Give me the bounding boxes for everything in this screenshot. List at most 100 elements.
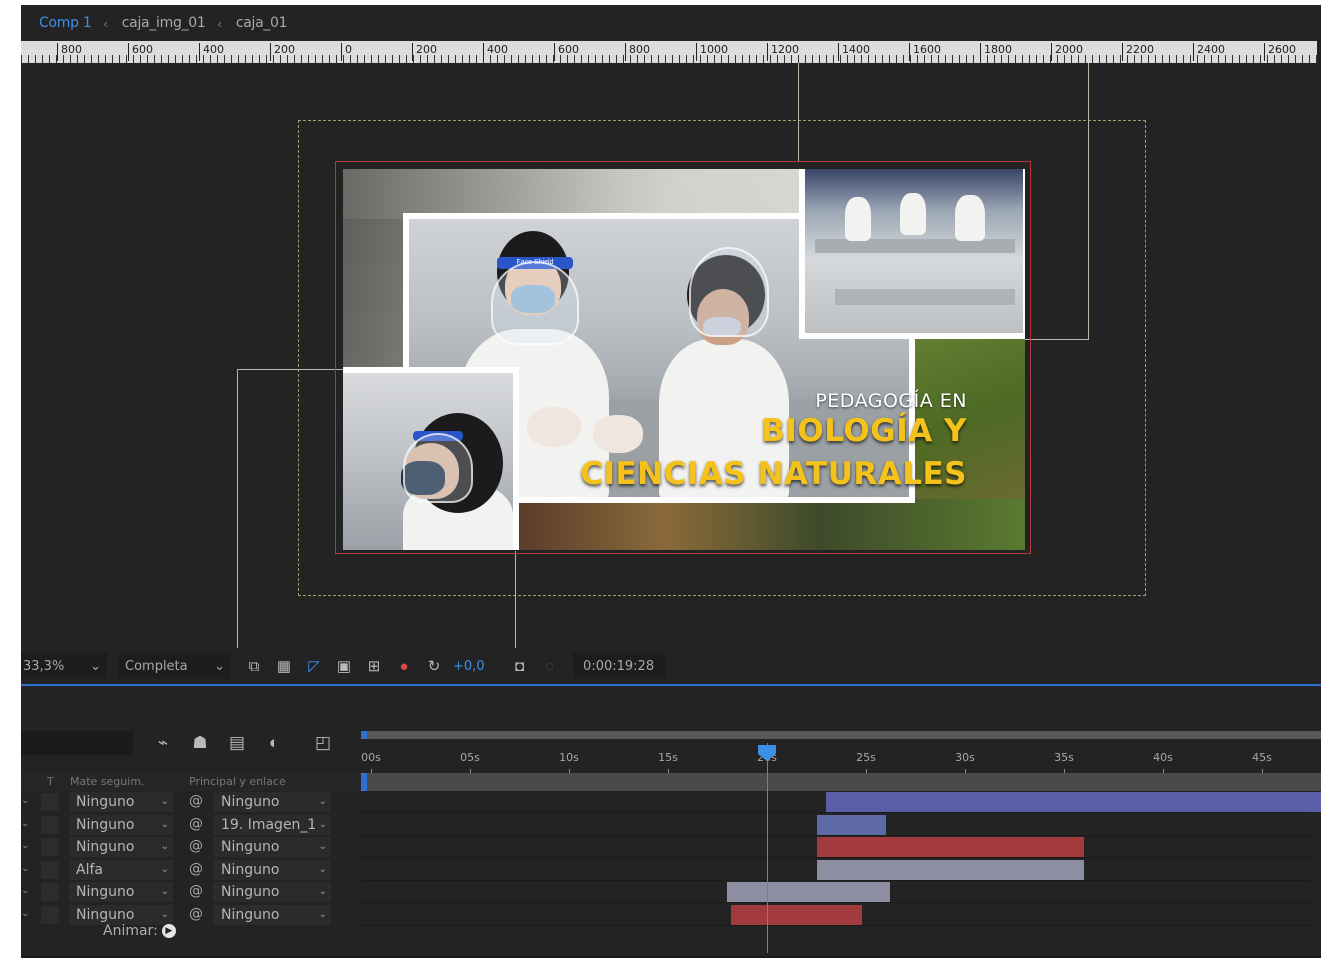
time-navigator[interactable]	[361, 773, 1321, 791]
parent-dropdown[interactable]: Ninguno ⌄	[213, 859, 331, 880]
pick-whip-icon[interactable]: @	[189, 906, 203, 922]
track-matte-dropdown[interactable]: Ninguno ⌄	[69, 814, 173, 835]
current-time-display[interactable]: 0:00:19:28	[572, 653, 665, 679]
layer-track	[361, 814, 1311, 836]
work-area-start-handle[interactable]	[361, 731, 367, 739]
layer-row[interactable]: ⌄ Ninguno ⌄ @ Ninguno ⌄	[21, 836, 364, 858]
layer-track	[361, 859, 1311, 881]
safe-zones-icon[interactable]: ▣	[333, 655, 355, 677]
chevron-down-icon: ⌄	[160, 818, 169, 830]
layer-track	[361, 791, 1321, 813]
composition-viewer[interactable]: Face Shield PEDAGOGÍA EN BIOLOGÍA Y CIEN…	[21, 63, 1317, 648]
ruler-label: 2400	[1193, 43, 1225, 61]
ruler-label: 1000	[696, 43, 728, 61]
snapshot-icon[interactable]: ◘	[509, 655, 531, 677]
lab-coat	[900, 193, 926, 235]
resolution-dropdown[interactable]: Completa ⌄	[119, 653, 231, 679]
track-matte-dropdown[interactable]: Ninguno ⌄	[69, 904, 173, 925]
graph-editor-icon[interactable]: ◰	[311, 731, 335, 755]
playhead-line[interactable]	[767, 743, 768, 953]
ruler-label: 1800	[980, 43, 1012, 61]
mask-path-icon[interactable]: ◸	[303, 655, 325, 677]
region-of-interest-icon[interactable]: ⧉	[243, 655, 265, 677]
preserve-transparency-toggle[interactable]	[41, 883, 59, 901]
lab-table	[835, 289, 1015, 305]
preserve-transparency-toggle[interactable]	[41, 860, 59, 879]
breadcrumb-comp-1[interactable]: Comp 1	[31, 15, 97, 31]
collapse-icon[interactable]: ⌄	[21, 908, 31, 919]
grid-icon[interactable]: ⊞	[363, 655, 385, 677]
layer-duration-bar[interactable]	[727, 882, 890, 902]
collapse-icon[interactable]: ⌄	[21, 840, 31, 851]
layer-duration-bar[interactable]	[816, 814, 886, 835]
collapse-icon[interactable]: ⌄	[21, 885, 31, 896]
ruler-label: 2600	[1264, 43, 1296, 61]
track-matte-value: Ninguno	[76, 884, 135, 900]
transparency-grid-icon[interactable]: ▦	[273, 655, 295, 677]
channel-icon[interactable]: ●	[393, 655, 415, 677]
layer-duration-bar[interactable]	[816, 859, 1084, 880]
guide-line	[515, 551, 516, 648]
work-area-bar[interactable]	[361, 731, 1321, 739]
reset-exposure-icon[interactable]: ↻	[423, 655, 445, 677]
animate-control[interactable]: Animar: ▶	[103, 923, 176, 939]
layer-search-input[interactable]	[21, 731, 133, 755]
parent-dropdown[interactable]: 19. Imagen_1 ⌄	[213, 814, 331, 835]
track-matte-dropdown[interactable]: Alfa ⌄	[69, 859, 173, 880]
collapse-icon[interactable]: ⌄	[21, 795, 31, 806]
motion-blur-icon[interactable]: ◐	[262, 731, 286, 755]
column-parent-link[interactable]: Principal y enlace	[189, 775, 286, 788]
guide-line	[237, 369, 238, 648]
shy-layers-icon[interactable]: ☗	[188, 731, 212, 755]
magnification-dropdown[interactable]: 33,3% ⌄	[21, 653, 107, 679]
pick-whip-icon[interactable]: @	[189, 793, 203, 809]
layer-row[interactable]: ⌄ Ninguno ⌄ @ Ninguno ⌄	[21, 904, 364, 926]
draft-3d-icon[interactable]: ⌁	[151, 731, 175, 755]
horizontal-ruler[interactable]: 800 600 400 200 0 200 400 600 800 1000 1200 1400 160…	[21, 41, 1317, 63]
time-navigator-start-handle[interactable]	[361, 773, 367, 791]
track-matte-dropdown[interactable]: Ninguno ⌄	[69, 792, 173, 812]
parent-dropdown[interactable]: Ninguno ⌄	[213, 904, 331, 925]
preserve-transparency-toggle[interactable]	[41, 815, 59, 834]
chevron-down-icon: ⌄	[160, 841, 169, 852]
show-snapshot-icon[interactable]: ◌	[539, 655, 561, 677]
time-ruler[interactable]: 00s05s10s15s20s25s30s35s40s45s	[361, 739, 1321, 774]
layer-duration-bar[interactable]	[826, 792, 1321, 812]
layer-track	[361, 904, 1311, 926]
guide-line	[237, 369, 343, 370]
parent-dropdown[interactable]: Ninguno ⌄	[213, 837, 331, 857]
breadcrumb-caja-img-01[interactable]: caja_img_01	[114, 15, 212, 31]
layer-row[interactable]: ⌄ Ninguno ⌄ @19. Imagen_1 ⌄	[21, 814, 364, 836]
pick-whip-icon[interactable]: @	[189, 861, 203, 877]
layer-row[interactable]: ⌄ Alfa ⌄ @ Ninguno ⌄	[21, 859, 364, 881]
track-matte-dropdown[interactable]: Ninguno ⌄	[69, 837, 173, 857]
collapse-icon[interactable]: ⌄	[21, 863, 31, 874]
chevron-down-icon: ⌄	[318, 886, 327, 897]
timeline-graph[interactable]: 00s05s10s15s20s25s30s35s40s45s	[361, 731, 1321, 958]
column-track-matte[interactable]: Mate seguim.	[70, 775, 145, 788]
preserve-transparency-toggle[interactable]	[41, 793, 59, 811]
chevron-down-icon: ⌄	[318, 818, 327, 830]
parent-dropdown[interactable]: Ninguno ⌄	[213, 882, 331, 902]
layer-duration-bar[interactable]	[731, 904, 863, 925]
collapse-icon[interactable]: ⌄	[21, 818, 31, 829]
composition-render[interactable]: Face Shield PEDAGOGÍA EN BIOLOGÍA Y CIEN…	[343, 169, 1025, 550]
preserve-transparency-toggle[interactable]	[41, 905, 59, 924]
layer-row[interactable]: ⌄ Ninguno ⌄ @ Ninguno ⌄	[21, 881, 364, 903]
preserve-transparency-toggle[interactable]	[41, 838, 59, 856]
animate-label: Animar:	[103, 923, 158, 939]
breadcrumb-caja-01[interactable]: caja_01	[228, 15, 293, 31]
pick-whip-icon[interactable]: @	[189, 816, 203, 832]
parent-dropdown[interactable]: Ninguno ⌄	[213, 792, 331, 812]
play-icon[interactable]: ▶	[161, 924, 176, 938]
track-matte-dropdown[interactable]: Ninguno ⌄	[69, 882, 173, 902]
ruler-label: 800	[57, 43, 82, 61]
pick-whip-icon[interactable]: @	[189, 883, 203, 899]
frame-blend-icon[interactable]: ▤	[225, 731, 249, 755]
ruler-label: 1400	[838, 43, 870, 61]
layer-row[interactable]: ⌄ Ninguno ⌄ @ Ninguno ⌄	[21, 791, 364, 813]
pick-whip-icon[interactable]: @	[189, 838, 203, 854]
layer-duration-bar[interactable]	[816, 837, 1084, 857]
parent-value: Ninguno	[221, 884, 280, 900]
exposure-value[interactable]: +0,0	[453, 659, 485, 674]
